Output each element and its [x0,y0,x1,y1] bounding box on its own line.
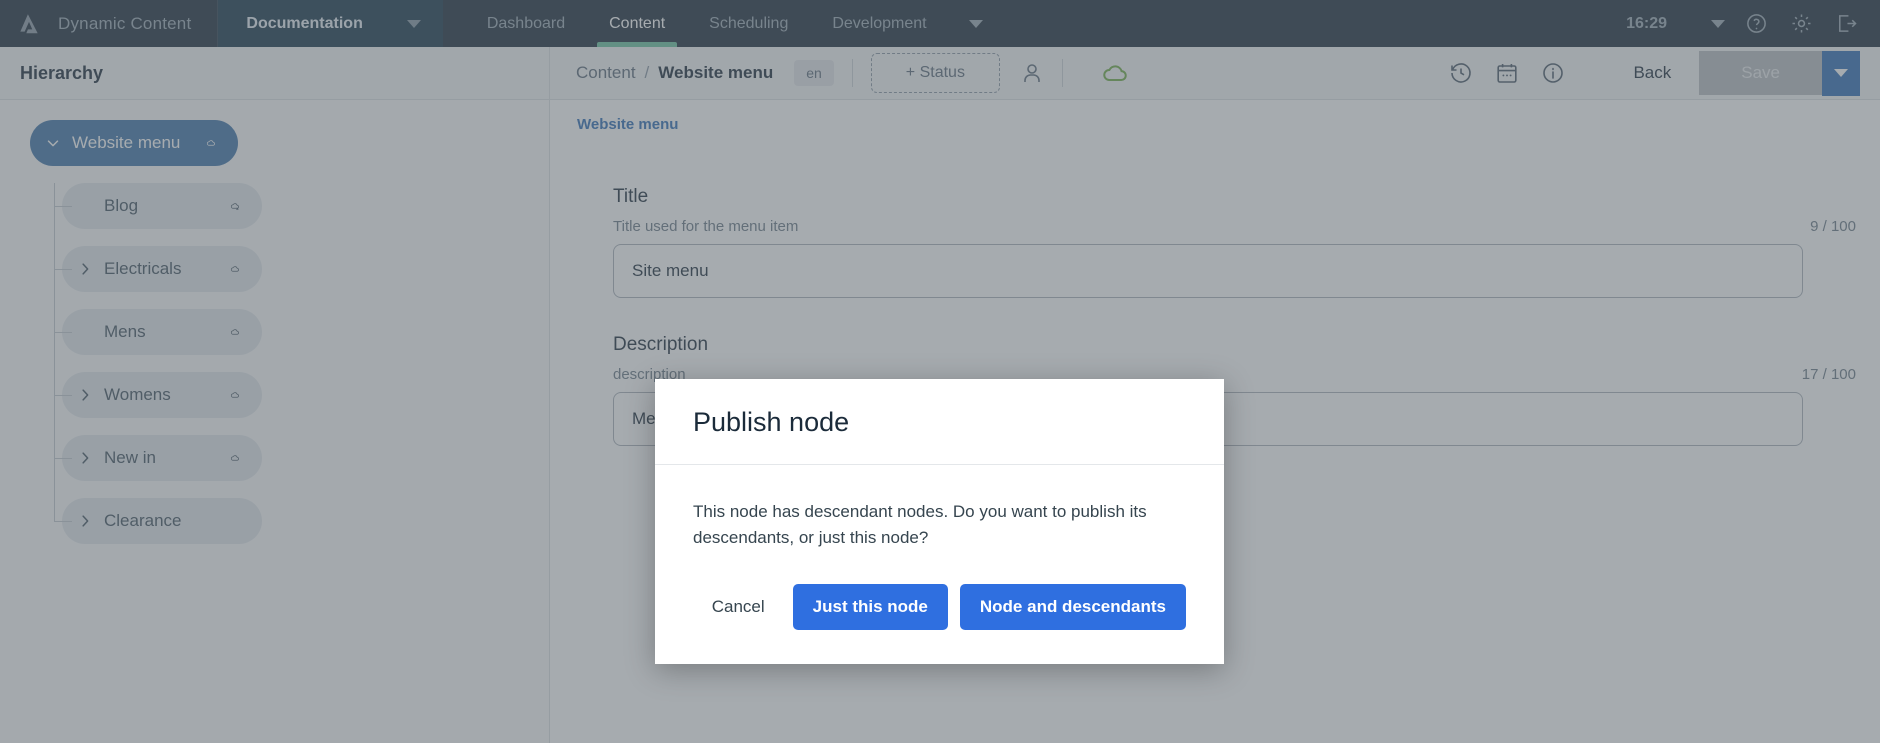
dialog-actions: Cancel Just this node Node and descendan… [655,558,1224,664]
cancel-button[interactable]: Cancel [696,585,781,629]
node-and-descendants-button[interactable]: Node and descendants [959,584,1186,630]
dialog-header: Publish node [655,379,1224,465]
dialog-title: Publish node [693,407,850,437]
dialog-message: This node has descendant nodes. Do you w… [693,502,1147,547]
just-this-node-button[interactable]: Just this node [792,584,948,630]
publish-node-dialog: Publish node This node has descendant no… [655,379,1224,664]
